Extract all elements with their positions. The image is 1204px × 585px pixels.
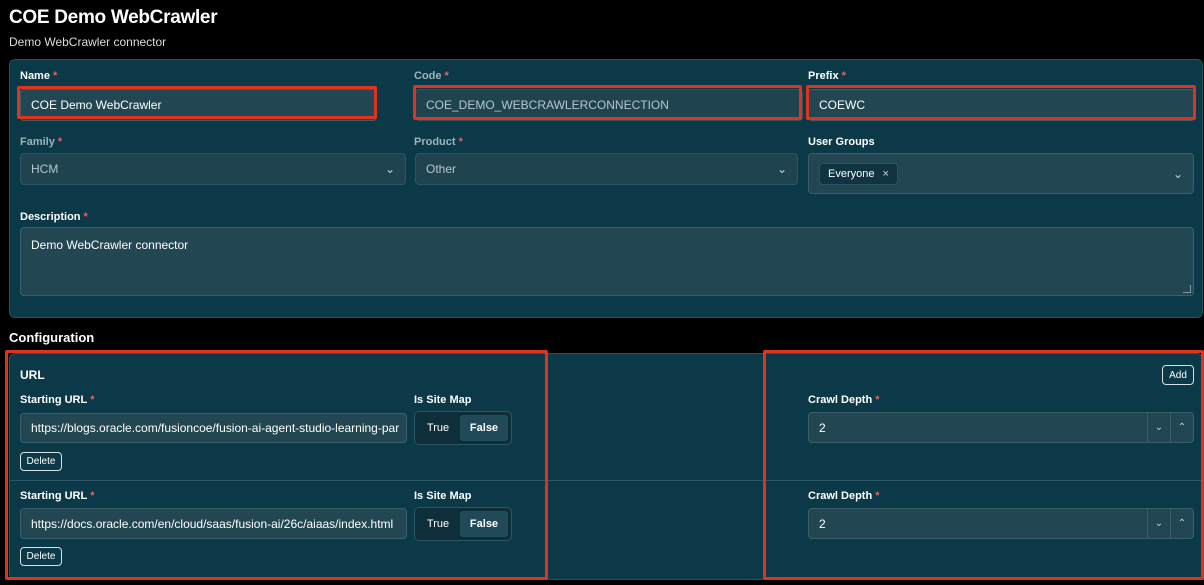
step-down-icon[interactable]: ⌄	[1148, 509, 1170, 538]
name-value: COE Demo WebCrawler	[31, 98, 162, 112]
prefix-field[interactable]: COEWC	[808, 89, 1195, 121]
code-field: COE_DEMO_WEBCRAWLERCONNECTION	[415, 89, 803, 121]
prefix-value: COEWC	[819, 98, 865, 112]
starting-url-value: https://blogs.oracle.com/fusioncoe/fusio…	[31, 421, 400, 435]
name-label: Name *	[20, 70, 58, 82]
step-down-icon[interactable]: ⌄	[1148, 413, 1170, 442]
starting-url-value: https://docs.oracle.com/en/cloud/saas/fu…	[31, 516, 394, 531]
add-button[interactable]: Add	[1162, 365, 1194, 385]
description-textarea[interactable]: Demo WebCrawler connector	[20, 227, 1194, 296]
user-groups-select[interactable]: Everyone × ⌄	[808, 153, 1194, 194]
is-site-map-toggle: True False	[414, 411, 512, 445]
is-site-map-label: Is Site Map	[414, 490, 472, 502]
is-site-map-toggle: True False	[414, 507, 512, 541]
step-up-icon[interactable]: ⌃	[1170, 509, 1193, 538]
crawl-depth-label: Crawl Depth *	[808, 394, 880, 406]
crawl-depth-input[interactable]: 2 ⌄ ⌃	[808, 412, 1194, 443]
chevron-down-icon: ⌄	[384, 162, 395, 176]
user-group-chip: Everyone ×	[819, 162, 898, 185]
code-value: COE_DEMO_WEBCRAWLERCONNECTION	[426, 98, 669, 112]
false-option[interactable]: False	[460, 415, 508, 441]
family-select: HCM ⌄	[20, 153, 406, 185]
url-heading: URL	[20, 368, 45, 382]
code-label: Code *	[414, 70, 449, 82]
chevron-down-icon: ⌄	[776, 162, 787, 176]
close-icon[interactable]: ×	[882, 168, 888, 180]
resize-handle-icon[interactable]	[1183, 285, 1191, 293]
delete-button[interactable]: Delete	[20, 547, 62, 566]
description-label: Description *	[20, 211, 88, 223]
step-up-icon[interactable]: ⌃	[1170, 413, 1193, 442]
delete-button[interactable]: Delete	[20, 452, 62, 471]
starting-url-label: Starting URL *	[20, 490, 95, 502]
family-label: Family *	[20, 136, 63, 148]
starting-url-input[interactable]: https://blogs.oracle.com/fusioncoe/fusio…	[20, 413, 407, 443]
starting-url-input[interactable]: https://docs.oracle.com/en/cloud/saas/fu…	[20, 508, 407, 539]
product-value: Other	[426, 162, 457, 176]
true-option[interactable]: True	[418, 415, 458, 441]
product-label: Product *	[414, 136, 463, 148]
details-card: Name * COE Demo WebCrawler Code * COE_DEMO…	[9, 59, 1203, 318]
crawl-depth-input[interactable]: 2 ⌄ ⌃	[808, 508, 1194, 539]
false-option[interactable]: False	[460, 511, 508, 537]
crawl-depth-label: Crawl Depth *	[808, 490, 880, 502]
user-groups-label: User Groups	[808, 136, 875, 148]
page-subtitle: Demo WebCrawler connector	[9, 35, 167, 49]
configuration-card: URL Add Starting URL * https://blogs.orac…	[9, 353, 1204, 580]
starting-url-label: Starting URL *	[20, 394, 95, 406]
crawl-depth-stepper: ⌄ ⌃	[1147, 509, 1193, 538]
chip-label: Everyone	[828, 167, 875, 180]
page-title: COE Demo WebCrawler	[9, 7, 218, 28]
prefix-label: Prefix *	[808, 70, 846, 82]
description-value: Demo WebCrawler connector	[31, 238, 189, 252]
entry-divider	[10, 480, 1204, 481]
crawl-depth-stepper: ⌄ ⌃	[1147, 413, 1193, 442]
configuration-title: Configuration	[9, 330, 95, 345]
true-option[interactable]: True	[418, 511, 458, 537]
is-site-map-label: Is Site Map	[414, 394, 472, 406]
crawl-depth-value: 2	[819, 516, 826, 531]
product-select: Other ⌄	[415, 153, 798, 185]
chevron-down-icon[interactable]: ⌄	[1173, 167, 1183, 181]
crawl-depth-value: 2	[819, 420, 826, 435]
family-value: HCM	[31, 162, 59, 176]
name-field[interactable]: COE Demo WebCrawler	[20, 89, 377, 121]
